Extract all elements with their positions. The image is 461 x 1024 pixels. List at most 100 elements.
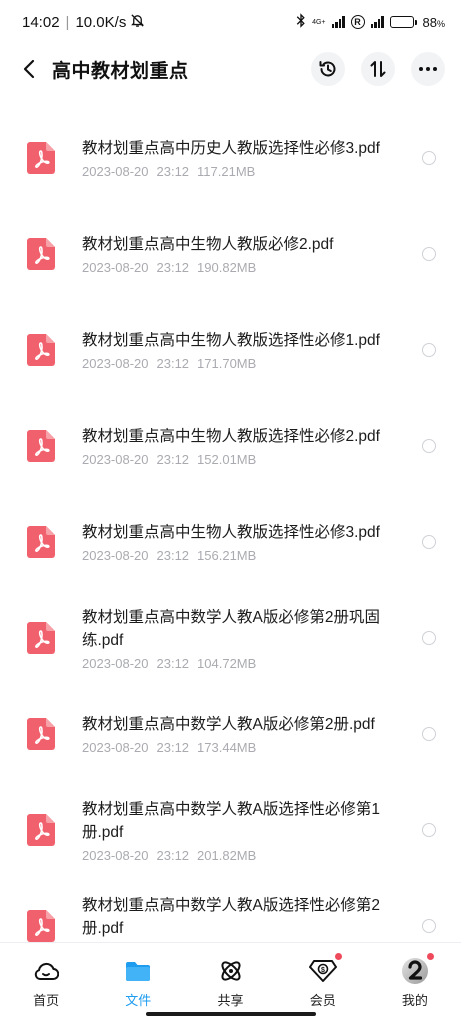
pdf-file-icon <box>27 814 55 846</box>
file-time: 23:12 <box>156 847 190 863</box>
tab-share-label: 共享 <box>217 993 244 1008</box>
pdf-file-icon <box>27 142 55 174</box>
file-size: 117.21MB <box>197 164 256 179</box>
notification-dot <box>426 953 434 960</box>
file-name: 教材划重点高中生物人教版选择性必修2.pdf <box>82 428 380 445</box>
file-row[interactable]: 教材划重点高中生物人教版选择性必修1.pdf 2023-08-20 23:12 17… <box>0 302 461 398</box>
file-size: 152.01MB <box>197 452 257 467</box>
pdf-file-icon <box>27 718 55 750</box>
file-list[interactable]: 教材划重点高中历史人教版选择性必修3.pdf 2023-08-20 23:12 11… <box>0 110 461 942</box>
status-bar: 14:02 | 10.0K/s 4G+ R 88% <box>0 0 461 44</box>
file-size: 173.44MB <box>197 740 257 755</box>
file-name: 教材划重点高中生物人教版必修2.pdf <box>82 236 334 253</box>
vip-coin-icon: $ <box>308 953 342 985</box>
battery-icon <box>389 16 417 28</box>
file-size: 201.82MB <box>197 847 257 863</box>
file-date: 2023-08-20 <box>82 452 149 467</box>
file-time: 23:12 <box>156 356 190 371</box>
tab-home[interactable]: 首页 <box>0 957 92 1024</box>
tab-me-label: 我的 <box>401 993 428 1008</box>
file-row[interactable]: 教材划重点高中历史人教版选择性必修3.pdf 2023-08-20 23:12 11… <box>0 110 461 206</box>
avatar-icon <box>401 953 434 985</box>
file-meta: 2023-08-20 23:12 201.82MB <box>82 848 392 863</box>
file-name: 教材划重点高中数学人教A版必修第2册巩固练.pdf <box>82 608 380 649</box>
sort-button[interactable] <box>361 52 395 86</box>
file-meta: 2023-08-20 23:12 117.21MB <box>82 164 392 179</box>
clock: 14:02 <box>22 13 60 31</box>
tab-files-label: 文件 <box>125 993 152 1008</box>
file-row[interactable]: 教材划重点高中生物人教版选择性必修2.pdf 2023-08-20 23:12 15… <box>0 398 461 494</box>
share-orbit-icon <box>217 957 245 985</box>
file-meta: 2023-08-20 23:12 152.01MB <box>82 452 392 467</box>
file-meta: 2023-08-20 23:12 171.70MB <box>82 356 392 371</box>
file-date: 2023-08-20 <box>82 740 149 755</box>
history-icon <box>319 61 336 77</box>
file-row[interactable]: 教材划重点高中数学人教A版选择性必修第1册.pdf 2023-08-20 23:1… <box>0 782 461 878</box>
tab-home-label: 首页 <box>33 993 60 1008</box>
signal-icon-2 <box>370 16 384 28</box>
sort-icon <box>370 61 386 77</box>
history-button[interactable] <box>311 52 345 86</box>
select-radio[interactable] <box>422 631 436 645</box>
header-bar: 高中教材划重点 <box>0 44 461 94</box>
svg-text:$: $ <box>321 967 325 974</box>
chevron-left-icon <box>23 59 35 79</box>
file-row[interactable]: 教材划重点高中生物人教版选择性必修3.pdf 2023-08-20 23:12 15… <box>0 494 461 590</box>
network-speed: 10.0K/s <box>75 13 127 31</box>
select-radio[interactable] <box>422 247 436 261</box>
more-button[interactable] <box>411 52 445 86</box>
bluetooth-icon <box>296 13 306 31</box>
file-date: 2023-08-20 <box>82 164 149 179</box>
tab-me[interactable]: 我的 <box>369 953 461 1024</box>
file-meta: 2023-08-20 23:12 104.72MB <box>82 656 392 671</box>
select-radio[interactable] <box>422 151 436 165</box>
file-size: 171.70MB <box>197 356 257 371</box>
file-time: 23:12 <box>156 655 190 671</box>
folder-icon <box>124 957 152 985</box>
back-button[interactable] <box>18 54 40 84</box>
pdf-file-icon <box>27 526 55 558</box>
notification-dot <box>334 953 342 960</box>
file-name: 教材划重点高中历史人教版选择性必修3.pdf <box>82 140 380 157</box>
file-name: 教材划重点高中生物人教版选择性必修3.pdf <box>82 524 380 541</box>
home-cloud-icon <box>32 957 60 985</box>
select-radio[interactable] <box>422 535 436 549</box>
page-title: 高中教材划重点 <box>52 60 189 82</box>
select-radio[interactable] <box>422 343 436 357</box>
file-row[interactable]: 教材划重点高中数学人教A版选择性必修第2册.pdf 2023-08-2023:1… <box>0 878 461 942</box>
file-name: 教材划重点高中数学人教A版选择性必修第1册.pdf <box>82 800 380 841</box>
file-meta: 2023-08-20 23:12 190.82MB <box>82 260 392 275</box>
file-time: 23:12 <box>156 740 190 755</box>
file-row[interactable]: 教材划重点高中数学人教A版必修第2册巩固练.pdf 2023-08-20 23:1… <box>0 590 461 686</box>
mute-bell-icon <box>130 13 145 32</box>
network-type-label: 4G+ <box>312 18 326 26</box>
tab-vip-label: 会员 <box>309 993 336 1008</box>
signal-icon <box>331 16 345 28</box>
pdf-file-icon <box>27 430 55 462</box>
select-radio[interactable] <box>422 727 436 741</box>
pdf-file-icon <box>27 238 55 270</box>
file-date: 2023-08-20 <box>82 847 149 863</box>
select-radio[interactable] <box>422 823 436 837</box>
file-size: 190.82MB <box>197 260 257 275</box>
file-meta: 2023-08-20 23:12 156.21MB <box>82 548 392 563</box>
pdf-file-icon <box>27 910 55 942</box>
file-time: 23:12 <box>156 164 190 179</box>
file-date: 2023-08-20 <box>82 260 149 275</box>
file-name: 教材划重点高中生物人教版选择性必修1.pdf <box>82 332 380 349</box>
file-time: 23:12 <box>156 452 190 467</box>
file-size: 156.21MB <box>197 548 257 563</box>
pdf-file-icon <box>27 622 55 654</box>
select-radio[interactable] <box>422 919 436 933</box>
file-size: 104.72MB <box>197 655 257 671</box>
home-indicator <box>145 1012 316 1016</box>
pdf-file-icon <box>27 334 55 366</box>
battery-level: 88% <box>422 14 445 30</box>
roaming-icon: R <box>350 15 365 29</box>
file-date: 2023-08-20 <box>82 548 149 563</box>
file-date: 2023-08-20 <box>82 655 149 671</box>
select-radio[interactable] <box>422 439 436 453</box>
file-row[interactable]: 教材划重点高中生物人教版必修2.pdf 2023-08-20 23:12 190.8… <box>0 206 461 302</box>
status-separator: | <box>65 13 70 31</box>
file-row[interactable]: 教材划重点高中数学人教A版必修第2册.pdf 2023-08-20 23:12 17… <box>0 686 461 782</box>
